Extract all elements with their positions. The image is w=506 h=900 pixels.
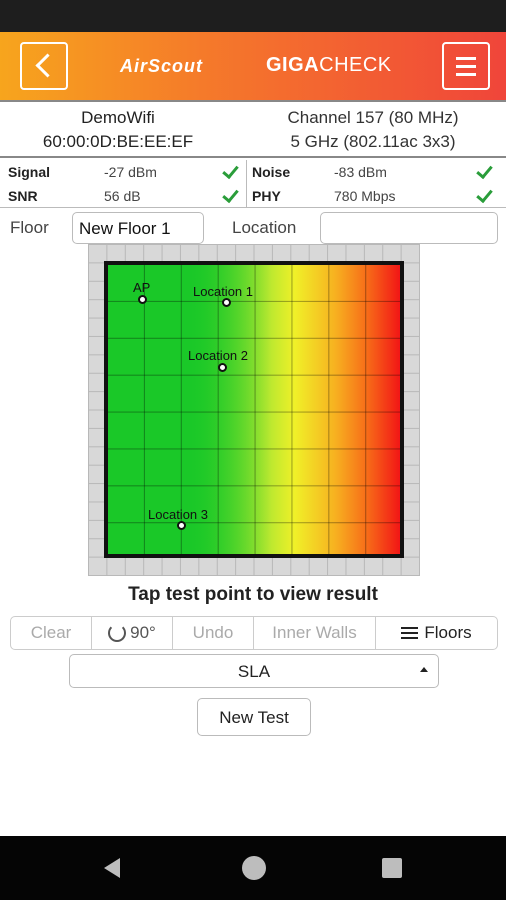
nav-home-icon[interactable] [242, 856, 266, 880]
check-icon [222, 185, 239, 204]
noise-value: -83 dBm [334, 164, 387, 180]
snr-label: SNR [8, 188, 38, 204]
network-info: DemoWifi 60:00:0D:BE:EE:EF Channel 157 (… [0, 100, 506, 158]
floor-input[interactable]: New Floor 1 [72, 212, 204, 244]
mac-text: 60:00:0D:BE:EE:EF [42, 132, 194, 151]
snr-value: 56 dB [104, 188, 141, 204]
floors-button[interactable]: Floors [376, 617, 497, 649]
point-label-location-1: Location 1 [193, 284, 253, 299]
rotate-icon [108, 624, 127, 642]
phy-label: PHY [252, 188, 281, 204]
brand-gigacheck-bold: GIGA [266, 54, 320, 76]
menu-button[interactable] [442, 42, 490, 90]
rotate-label: 90° [130, 623, 156, 642]
brand-airscout: AirScout [120, 56, 204, 76]
map-toolbar: Clear 90° Undo Inner Walls Floors [10, 616, 498, 650]
floor-label: Floor [10, 218, 49, 237]
signal-label: Signal [8, 164, 51, 180]
status-bar [0, 0, 506, 32]
location-input[interactable] [320, 212, 498, 244]
point-label-ap: AP [133, 280, 151, 295]
point-label-location-3: Location 3 [148, 507, 208, 522]
brand-gigacheck: GIGACHECK [266, 54, 392, 77]
inner-walls-button[interactable]: Inner Walls [254, 617, 376, 649]
tap-hint: Tap test point to view result [128, 584, 378, 605]
app-header: AirScout GIGACHECK [0, 32, 506, 100]
nav-back-icon[interactable] [104, 858, 120, 878]
hamburger-icon [456, 57, 476, 81]
rotate-button[interactable]: 90° [92, 617, 173, 649]
test-point-location-3[interactable] [177, 521, 186, 530]
band-text: 5 GHz (802.11ac 3x3) [290, 132, 456, 151]
location-label: Location [232, 218, 297, 237]
check-icon [222, 161, 239, 180]
select-value: SLA [237, 662, 271, 681]
stats-row: Signal -27 dBm Noise -83 dBm [0, 161, 506, 184]
report-type-select[interactable]: SLA [69, 654, 439, 688]
stats-table: Signal -27 dBm Noise -83 dBm SNR 56 dB P… [0, 160, 506, 208]
clear-button[interactable]: Clear [11, 617, 92, 649]
nav-recents-icon[interactable] [382, 858, 402, 878]
floors-label: Floors [424, 623, 472, 642]
test-point-ap[interactable] [138, 295, 147, 304]
back-button[interactable] [20, 42, 68, 90]
stats-divider [246, 160, 247, 208]
chevron-left-icon [35, 53, 60, 78]
signal-value: -27 dBm [104, 164, 157, 180]
test-point-location-1[interactable] [222, 298, 231, 307]
point-label-location-2: Location 2 [188, 348, 248, 363]
undo-button[interactable]: Undo [173, 617, 254, 649]
check-icon [476, 161, 493, 180]
brand-gigacheck-rest: CHECK [319, 54, 392, 76]
android-nav-bar [0, 836, 506, 900]
new-test-button[interactable]: New Test [197, 698, 311, 736]
ssid-text: DemoWifi [81, 108, 155, 127]
list-icon [401, 624, 419, 642]
noise-label: Noise [252, 164, 291, 180]
phy-value: 780 Mbps [334, 188, 396, 204]
check-icon [476, 185, 493, 204]
test-point-location-2[interactable] [218, 363, 227, 372]
caret-up-icon [420, 667, 428, 672]
channel-text: Channel 157 (80 MHz) [287, 108, 459, 127]
stats-row: SNR 56 dB PHY 780 Mbps [0, 185, 506, 208]
